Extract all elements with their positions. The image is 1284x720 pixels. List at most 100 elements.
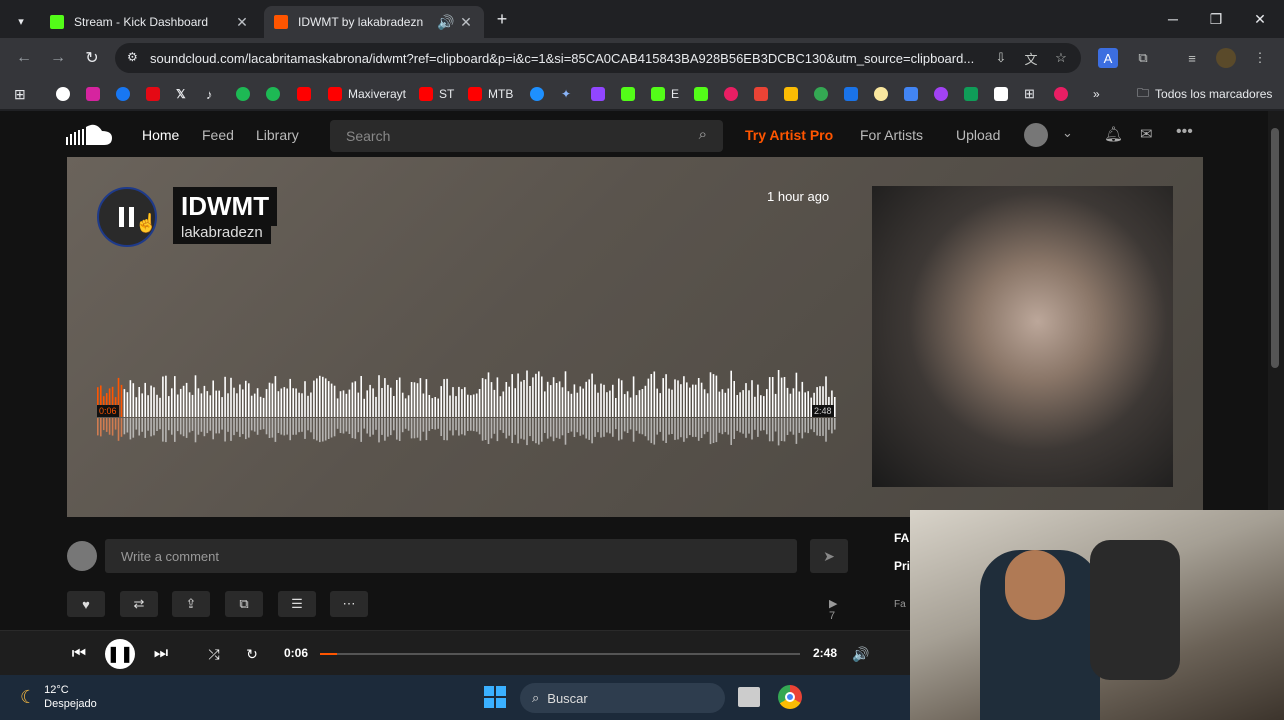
tab-search-button[interactable]: ▾ bbox=[10, 10, 32, 32]
youtube-icon[interactable] bbox=[297, 85, 317, 103]
waveform-bar bbox=[576, 392, 579, 417]
search-input[interactable]: Search ⌕ bbox=[330, 120, 723, 152]
address-bar[interactable]: ⚙ soundcloud.com/lacabritamaskabrona/idw… bbox=[115, 43, 1081, 73]
track-artist[interactable]: lakabradezn bbox=[173, 221, 271, 244]
bookmark-gemini-icon[interactable]: ✦ bbox=[561, 85, 571, 103]
minimize-button[interactable]: ─ bbox=[1162, 8, 1184, 30]
media-controls-icon[interactable]: ≡ bbox=[1182, 48, 1202, 68]
bookmark-purple-icon[interactable] bbox=[934, 85, 954, 103]
windows-start-icon[interactable] bbox=[484, 686, 506, 708]
tab-kick-dashboard[interactable]: Stream - Kick Dashboard ✕ bbox=[40, 6, 260, 38]
try-artist-pro-link[interactable]: Try Artist Pro bbox=[745, 127, 833, 143]
translate-bookmark-icon[interactable] bbox=[904, 85, 924, 103]
progress-bar[interactable] bbox=[320, 653, 800, 655]
for-artists-link[interactable]: For Artists bbox=[860, 127, 923, 143]
soundcloud-logo-icon[interactable] bbox=[66, 123, 112, 147]
player-pause-button[interactable]: ❚❚ bbox=[105, 639, 135, 669]
nav-library[interactable]: Library bbox=[256, 127, 299, 143]
waveform-reflection bbox=[419, 418, 422, 441]
x-icon[interactable]: 𝕏 bbox=[176, 85, 186, 103]
tiktok-icon[interactable]: ♪ bbox=[206, 85, 213, 103]
comment-input[interactable]: Write a comment bbox=[105, 539, 797, 573]
weather-widget[interactable]: ☾ 12°C Despejado bbox=[20, 683, 97, 711]
apps-grid-icon[interactable]: ⊞ bbox=[14, 85, 26, 103]
bookmark-blue-icon[interactable] bbox=[530, 85, 550, 103]
close-tab-icon[interactable]: ✕ bbox=[458, 14, 474, 30]
more-actions-button[interactable]: ⋯ bbox=[330, 591, 368, 617]
reload-button[interactable]: ↻ bbox=[80, 46, 104, 70]
maps-icon[interactable] bbox=[814, 85, 834, 103]
twitch-icon[interactable] bbox=[591, 85, 611, 103]
forward-button[interactable]: → bbox=[46, 46, 70, 70]
back-button[interactable]: ← bbox=[12, 46, 36, 70]
send-comment-icon[interactable]: ➤ bbox=[810, 539, 848, 573]
chevron-down-icon[interactable]: ⌄ bbox=[1062, 125, 1073, 141]
close-window-button[interactable]: ✕ bbox=[1249, 8, 1271, 30]
more-options-icon[interactable]: ••• bbox=[1176, 123, 1193, 141]
bookmark-white-icon[interactable] bbox=[994, 85, 1014, 103]
track-artwork[interactable] bbox=[872, 186, 1173, 487]
extensions-puzzle-icon[interactable]: ⧉ bbox=[1133, 48, 1153, 68]
next-track-button[interactable]: ⏭ bbox=[148, 641, 174, 667]
waveform[interactable]: 0:06 2:48 bbox=[97, 357, 837, 467]
bookmark-mtb[interactable]: MTB bbox=[468, 85, 513, 103]
repost-button[interactable]: ⇄ bbox=[120, 591, 158, 617]
all-bookmarks-folder[interactable]: 🗀 Todos los marcadores bbox=[1137, 85, 1272, 103]
bookmark-circle-icon[interactable] bbox=[1054, 85, 1074, 103]
instagram-icon[interactable] bbox=[86, 85, 106, 103]
chrome-taskbar-icon[interactable] bbox=[778, 685, 802, 709]
sheets-icon[interactable] bbox=[964, 85, 984, 103]
new-tab-button[interactable]: + bbox=[491, 8, 513, 30]
menu-dots-icon[interactable]: ⋮ bbox=[1250, 48, 1270, 68]
volume-button[interactable]: 🔊 bbox=[848, 641, 874, 667]
tab-soundcloud[interactable]: IDWMT by lakabradezn 🔊 ✕ bbox=[264, 6, 484, 38]
upload-link[interactable]: Upload bbox=[956, 127, 1000, 143]
taskbar-search[interactable]: ⌕ Buscar bbox=[520, 683, 725, 713]
facebook-icon[interactable] bbox=[116, 85, 136, 103]
bookmark-red-icon[interactable] bbox=[146, 85, 166, 103]
bookmark-e[interactable]: E bbox=[651, 85, 679, 103]
waveform-reflection bbox=[212, 418, 214, 440]
speaker-icon[interactable]: 🔊 bbox=[437, 14, 454, 30]
drive-icon[interactable] bbox=[784, 85, 804, 103]
gmail-icon[interactable] bbox=[754, 85, 774, 103]
task-view-icon[interactable] bbox=[738, 687, 760, 707]
copy-link-button[interactable]: ⧉ bbox=[225, 591, 263, 617]
spotify-icon[interactable] bbox=[236, 85, 256, 103]
kick-icon[interactable] bbox=[621, 85, 641, 103]
close-tab-icon[interactable]: ✕ bbox=[234, 14, 250, 30]
share-button[interactable]: ⇪ bbox=[172, 591, 210, 617]
add-to-playlist-button[interactable]: ☰ bbox=[278, 591, 316, 617]
messages-mail-icon[interactable]: ✉ bbox=[1140, 125, 1153, 143]
bookmark-star-icon[interactable]: ☆ bbox=[1051, 48, 1071, 68]
bookmark-st[interactable]: ST bbox=[419, 85, 454, 103]
notifications-bell-icon[interactable]: 🔔︎ bbox=[1104, 125, 1123, 143]
bookmark-d-icon[interactable] bbox=[694, 85, 714, 103]
waveform-reflection bbox=[132, 418, 135, 438]
bookmark-grid-icon[interactable]: ⊞ bbox=[1024, 85, 1035, 103]
restore-button[interactable]: ❐ bbox=[1205, 8, 1227, 30]
install-icon[interactable]: ⇩ bbox=[991, 48, 1011, 68]
bookmark-record-icon[interactable] bbox=[724, 85, 744, 103]
more-bookmarks-icon[interactable]: » bbox=[1093, 85, 1100, 103]
google-icon[interactable] bbox=[56, 85, 76, 103]
repeat-button[interactable]: ↻ bbox=[239, 641, 265, 667]
nav-home[interactable]: Home bbox=[142, 127, 179, 143]
like-button[interactable]: ♥ bbox=[67, 591, 105, 617]
scrollbar-thumb[interactable] bbox=[1271, 128, 1279, 368]
waveform-reflection bbox=[789, 418, 792, 432]
bookmark-green-icon[interactable] bbox=[266, 85, 286, 103]
previous-track-button[interactable]: ⏮ bbox=[66, 641, 92, 667]
extension-icon[interactable]: A bbox=[1098, 48, 1118, 68]
translate-icon[interactable]: 文 bbox=[1021, 48, 1041, 68]
profile-avatar[interactable] bbox=[1216, 48, 1236, 68]
bookmark-yellow-icon[interactable] bbox=[874, 85, 894, 103]
bookmark-maxiverayt[interactable]: Maxiverayt bbox=[328, 85, 406, 103]
site-info-icon[interactable]: ⚙ bbox=[127, 50, 138, 64]
waveform-reflection bbox=[736, 418, 738, 431]
search-icon[interactable]: ⌕ bbox=[699, 126, 707, 143]
shuffle-button[interactable]: ⤮ bbox=[201, 641, 227, 667]
bookmark-blue-square-icon[interactable] bbox=[844, 85, 864, 103]
nav-feed[interactable]: Feed bbox=[202, 127, 234, 143]
user-avatar[interactable] bbox=[1024, 123, 1048, 147]
